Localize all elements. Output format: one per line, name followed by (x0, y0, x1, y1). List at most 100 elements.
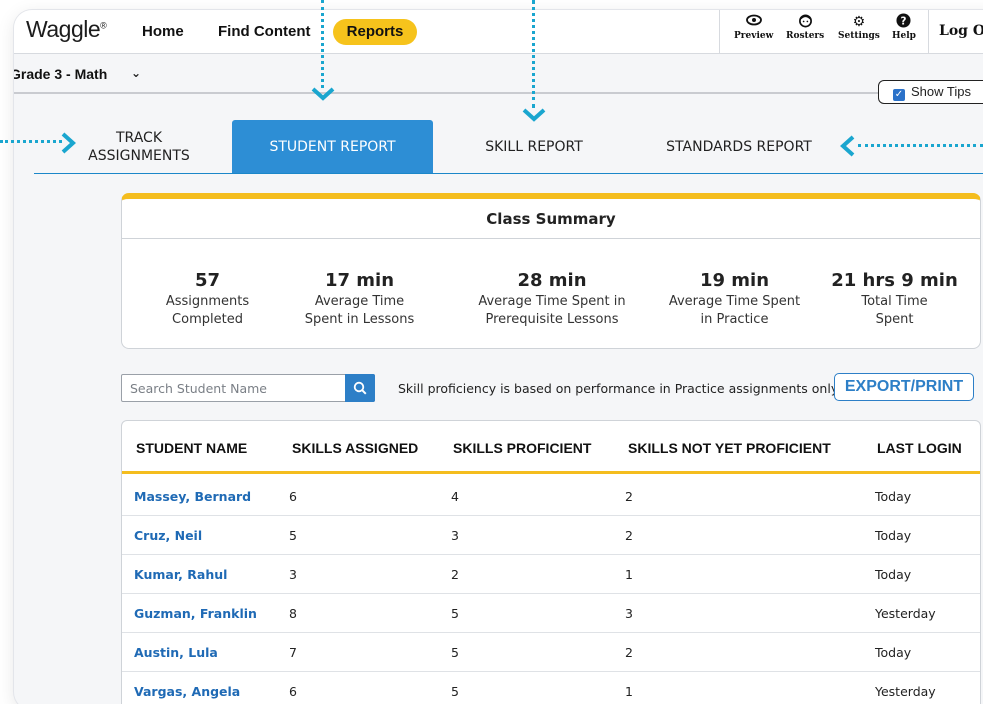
col-last-login[interactable]: LAST LOGIN (877, 440, 962, 456)
col-skills-not-proficient[interactable]: SKILLS NOT YET PROFICIENT (628, 440, 831, 456)
stat-label: Average Time Spent in Practice (668, 294, 801, 327)
stat-prereq-time: 28 min Average Time Spent in Prerequisit… (467, 269, 637, 329)
proficiency-note: Skill proficiency is based on performanc… (398, 381, 841, 396)
nav-home[interactable]: Home (142, 23, 184, 40)
table-header: STUDENT NAME SKILLS ASSIGNED SKILLS PROF… (122, 421, 980, 474)
last-login-cell: Today (875, 489, 912, 504)
skills-not-proficient-cell: 2 (625, 645, 633, 660)
tab-skill-report-label: SKILL REPORT (485, 138, 583, 155)
stat-practice-time: 19 min Average Time Spent in Practice (667, 269, 802, 329)
stat-value: 21 hrs 9 min (831, 270, 958, 291)
app-window: Waggle® Home Find Content Reports Previe… (14, 10, 983, 704)
rosters-button[interactable]: Rosters (786, 13, 824, 41)
tip-arrow-down-icon (522, 108, 546, 122)
show-tips-label: Show Tips (911, 84, 971, 99)
stat-value: 57 (194, 270, 221, 291)
stat-value: 28 min (517, 270, 587, 291)
rosters-label: Rosters (786, 31, 825, 41)
student-name-link[interactable]: Austin, Lula (134, 645, 218, 660)
tip-pointer-line (532, 0, 535, 108)
help-icon: ? (892, 13, 916, 31)
eye-icon (734, 13, 773, 31)
stat-label: Average Time Spent in Prerequisite Lesso… (478, 294, 626, 327)
skills-assigned-cell: 7 (289, 645, 297, 660)
skills-proficient-cell: 4 (451, 489, 459, 504)
stat-value: 17 min (324, 270, 395, 291)
skills-not-proficient-cell: 2 (625, 489, 633, 504)
table-row: Massey, Bernard 6 4 2 Today (122, 477, 980, 516)
skills-proficient-cell: 2 (451, 567, 459, 582)
search-input[interactable] (122, 375, 342, 401)
student-name-link[interactable]: Cruz, Neil (134, 528, 202, 543)
table-row: Kumar, Rahul 3 2 1 Today (122, 555, 980, 594)
tip-pointer-line (858, 144, 983, 147)
tip-pointer-line (321, 0, 324, 88)
waggle-logo[interactable]: Waggle® (26, 16, 107, 43)
table-row: Guzman, Franklin 8 5 3 Yesterday (122, 594, 980, 633)
search-button[interactable] (345, 374, 375, 402)
preview-button[interactable]: Preview (734, 13, 773, 41)
tip-pointer-line (0, 140, 62, 143)
skills-not-proficient-cell: 1 (625, 567, 633, 582)
settings-label: Settings (838, 31, 880, 41)
tip-arrow-down-icon (311, 87, 335, 101)
col-student-name[interactable]: STUDENT NAME (136, 440, 247, 456)
tab-student-report[interactable]: STUDENT REPORT (232, 120, 433, 173)
last-login-cell: Yesterday (875, 684, 936, 699)
stat-lessons-time: 17 min Average Time Spent in Lessons (287, 269, 432, 329)
stat-assignments: 57 Assignments Completed (140, 269, 275, 329)
tab-standards-report-label: STANDARDS REPORT (666, 138, 812, 155)
skills-not-proficient-cell: 3 (625, 606, 633, 621)
help-button[interactable]: ? Help (892, 13, 916, 41)
student-name-link[interactable]: Massey, Bernard (134, 489, 251, 504)
col-skills-proficient[interactable]: SKILLS PROFICIENT (453, 440, 591, 456)
stat-label: Assignments Completed (165, 294, 250, 327)
stat-value: 19 min (699, 270, 770, 291)
class-summary-card: Class Summary 57 Assignments Completed 1… (121, 193, 981, 349)
skills-proficient-cell: 3 (451, 528, 459, 543)
nav-reports[interactable]: Reports (333, 19, 417, 45)
tab-skill-report[interactable]: SKILL REPORT (454, 120, 614, 173)
grade-bar: Grade 3 - Math ⌄ (14, 54, 983, 94)
skills-not-proficient-cell: 2 (625, 528, 633, 543)
toolbar-right: Preview Rosters ⚙ Settings ? Help (719, 10, 929, 54)
checkbox-checked-icon[interactable]: ✓ (893, 89, 905, 101)
table-row: Vargas, Angela 6 5 1 Yesterday (122, 672, 980, 704)
show-tips-toggle[interactable]: ✓ Show Tips (878, 80, 983, 104)
skills-assigned-cell: 6 (289, 684, 297, 699)
logout-link[interactable]: Log Ou (939, 23, 983, 39)
tab-track-assignments-label: TRACK ASSIGNMENTS (88, 129, 190, 164)
tab-track-assignments[interactable]: TRACK ASSIGNMENTS (74, 120, 204, 173)
table-row: Cruz, Neil 5 3 2 Today (122, 516, 980, 555)
last-login-cell: Yesterday (875, 606, 936, 621)
skills-assigned-cell: 5 (289, 528, 297, 543)
table-row: Austin, Lula 7 5 2 Today (122, 633, 980, 672)
grade-select[interactable]: Grade 3 - Math (14, 66, 107, 82)
col-skills-assigned[interactable]: SKILLS ASSIGNED (292, 440, 418, 456)
nav-find-content[interactable]: Find Content (218, 23, 310, 40)
skills-not-proficient-cell: 1 (625, 684, 633, 699)
stat-label: Total Time Spent (861, 294, 928, 327)
skills-proficient-cell: 5 (451, 684, 459, 699)
top-nav: Waggle® Home Find Content Reports Previe… (14, 10, 983, 54)
help-label: Help (892, 31, 916, 41)
student-face-icon (786, 13, 824, 31)
student-name-link[interactable]: Vargas, Angela (134, 684, 240, 699)
stat-label: Average Time Spent in Lessons (304, 294, 415, 327)
tab-standards-report[interactable]: STANDARDS REPORT (644, 120, 834, 173)
tip-arrow-left-icon (840, 135, 855, 157)
skills-proficient-cell: 5 (451, 645, 459, 660)
stat-total-time: 21 hrs 9 min Total Time Spent (822, 269, 967, 329)
student-name-link[interactable]: Guzman, Franklin (134, 606, 257, 621)
preview-label: Preview (734, 31, 774, 41)
student-name-link[interactable]: Kumar, Rahul (134, 567, 227, 582)
last-login-cell: Today (875, 645, 912, 660)
svg-text:?: ? (901, 15, 907, 27)
settings-button[interactable]: ⚙ Settings (838, 13, 880, 41)
export-print-button[interactable]: EXPORT/PRINT (834, 373, 974, 401)
last-login-cell: Today (875, 567, 912, 582)
search-icon (353, 381, 367, 395)
tip-arrow-right-icon (61, 132, 76, 154)
skills-assigned-cell: 3 (289, 567, 297, 582)
chevron-down-icon[interactable]: ⌄ (131, 66, 141, 80)
